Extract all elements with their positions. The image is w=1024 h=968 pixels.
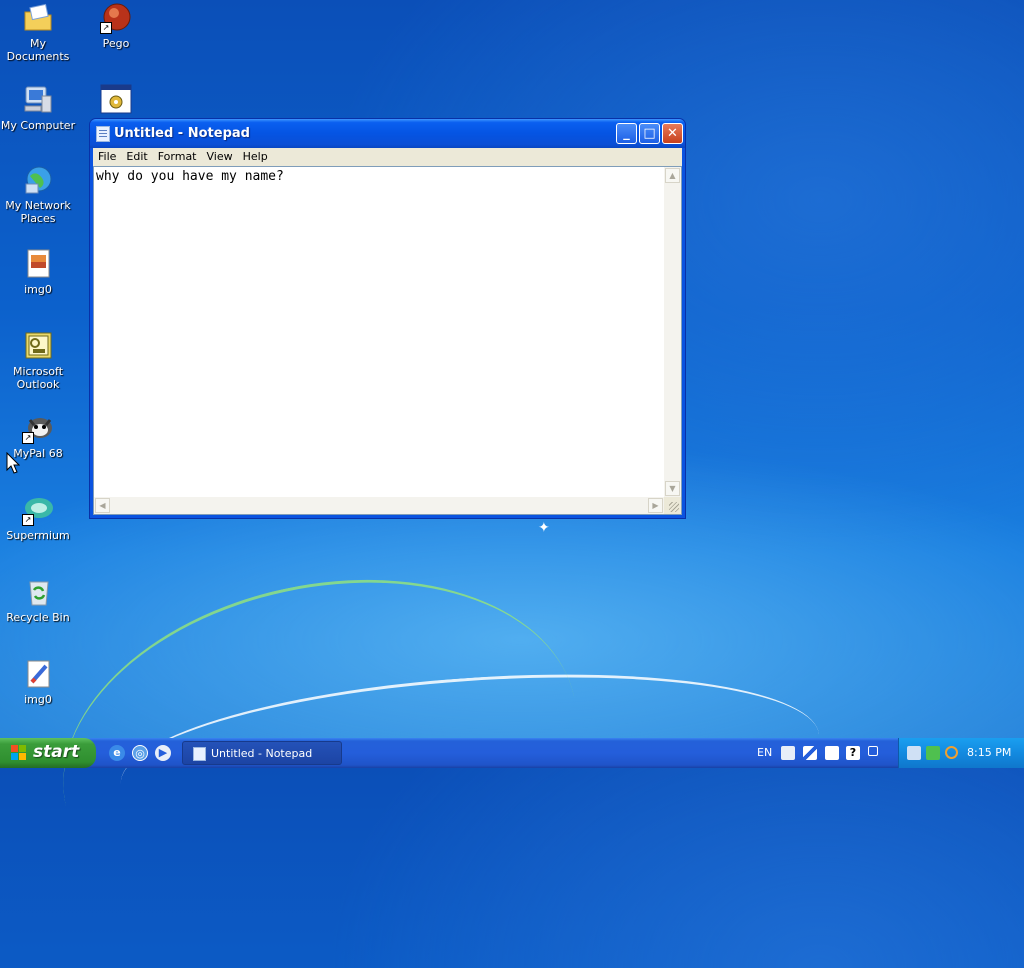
paint-image-icon [22, 658, 54, 690]
desktop-icon-my-computer[interactable]: My Computer [0, 84, 76, 132]
my-documents-icon [22, 2, 54, 34]
notepad-icon [96, 126, 110, 142]
desktop-icon-label: Recycle Bin [6, 611, 70, 624]
desktop-icon-label: img0 [24, 693, 52, 706]
security-icon[interactable] [926, 746, 940, 760]
clock[interactable]: 8:15 PM [967, 746, 1011, 759]
desktop-icon-img0[interactable]: img0 [0, 248, 76, 296]
search-icon[interactable] [945, 746, 958, 759]
window-title: Untitled - Notepad [114, 126, 250, 141]
outlook-icon [22, 330, 54, 362]
edit-area: why do you have my name? ▲ ▼ ◀ ▶ [93, 166, 682, 515]
menu-edit[interactable]: Edit [121, 148, 152, 165]
language-indicator[interactable]: EN [757, 746, 772, 759]
keyboard-icon[interactable] [781, 746, 795, 760]
network-icon[interactable] [907, 746, 921, 760]
system-tray: 8:15 PM [898, 738, 1024, 768]
taskbar-button-notepad[interactable]: Untitled - Notepad [182, 741, 342, 765]
shortcut-arrow-icon: ↗ [22, 432, 34, 444]
windows-flag-icon [11, 745, 27, 761]
desktop-icon-label: img0 [24, 283, 52, 296]
maximize-button[interactable]: □ [639, 123, 660, 144]
menu-view[interactable]: View [202, 148, 238, 165]
maximize-icon: □ [643, 126, 656, 141]
minimize-button[interactable]: _ [616, 123, 637, 144]
notepad-icon [193, 747, 206, 761]
scroll-left-icon[interactable]: ◀ [95, 498, 110, 513]
minimize-icon: _ [623, 126, 630, 141]
desktop-icon-label: Microsoft Outlook [12, 365, 64, 391]
desktop-icon-label: Supermium [6, 529, 70, 542]
close-icon: ✕ [667, 126, 678, 141]
mypal-icon: ↗ [22, 412, 54, 444]
media-player-icon[interactable]: ▶ [155, 745, 171, 761]
desktop-icon-label: My Documents [6, 37, 70, 63]
pego-icon: ↗ [100, 2, 132, 34]
scroll-right-icon[interactable]: ▶ [648, 498, 663, 513]
image-file-icon [22, 248, 54, 280]
my-computer-icon [22, 84, 54, 116]
close-button[interactable]: ✕ [662, 123, 683, 144]
scroll-down-icon[interactable]: ▼ [665, 481, 680, 496]
desktop-icon-microsoft-outlook[interactable]: Microsoft Outlook [0, 330, 76, 391]
desktop-icon-recycle-bin[interactable]: Recycle Bin [0, 576, 76, 624]
desktop-icon-my-network-places[interactable]: My Network Places [0, 164, 76, 225]
desktop-icon-pego[interactable]: ↗ Pego [78, 2, 154, 50]
text-editor[interactable]: why do you have my name? [96, 169, 664, 497]
notepad-window[interactable]: Untitled - Notepad _ □ ✕ File Edit Format V… [89, 118, 686, 519]
start-button[interactable]: start [0, 738, 96, 768]
help-icon[interactable]: ? [846, 746, 860, 760]
desktop-icon-my-documents[interactable]: My Documents [0, 2, 76, 63]
shortcut-arrow-icon: ↗ [22, 514, 34, 526]
shortcut-arrow-icon: ↗ [100, 22, 112, 34]
menu-help[interactable]: Help [238, 148, 273, 165]
desktop-icon-label: My Computer [0, 119, 76, 132]
menu-format[interactable]: Format [153, 148, 202, 165]
restore-language-bar-icon[interactable] [868, 746, 878, 756]
browser-icon[interactable]: ◎ [132, 745, 148, 761]
menu-file[interactable]: File [93, 148, 121, 165]
pen-icon[interactable] [803, 746, 817, 760]
desktop-sparkle: ✦ [538, 520, 550, 536]
network-places-icon [22, 164, 54, 196]
start-label: start [33, 742, 80, 762]
notepad-titlebar[interactable]: Untitled - Notepad _ □ ✕ [90, 119, 685, 148]
taskbar: start e ◎ ▶ Untitled - Notepad EN ? 8:15… [0, 738, 1024, 768]
desktop-icon-supermium[interactable]: ↗ Supermium [0, 494, 76, 542]
desktop-icon-label: My Network Places [5, 199, 71, 225]
desktop-icon-label: Pego [102, 37, 130, 50]
internet-explorer-icon[interactable]: e [109, 745, 125, 761]
desktop-icon-img0-paint[interactable]: img0 [0, 658, 76, 706]
vertical-scrollbar[interactable]: ▲ ▼ [664, 167, 681, 497]
horizontal-scrollbar[interactable]: ◀ ▶ [94, 497, 664, 514]
scroll-up-icon[interactable]: ▲ [665, 168, 680, 183]
recycle-bin-icon [22, 576, 54, 608]
language-bar-icon[interactable] [825, 746, 839, 760]
menu-bar: File Edit Format View Help [93, 148, 682, 166]
resize-grip[interactable] [664, 497, 681, 514]
desktop-icon-program[interactable] [78, 84, 154, 119]
program-window-icon [100, 84, 132, 116]
mouse-cursor [6, 451, 21, 477]
taskbar-button-label: Untitled - Notepad [211, 747, 313, 760]
supermium-icon: ↗ [22, 494, 54, 526]
